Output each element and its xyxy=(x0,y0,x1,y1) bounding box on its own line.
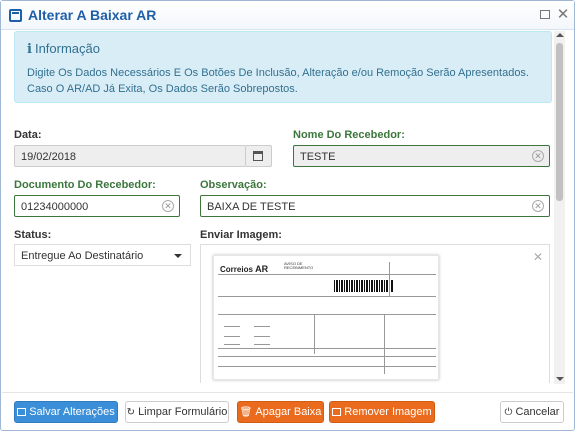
dialog-window: Alterar A Baixar AR ✕ i Informação Digite… xyxy=(0,0,575,431)
window-icon xyxy=(9,9,22,22)
barcode xyxy=(334,280,394,292)
correios-logo: Correios AR xyxy=(220,264,269,274)
window-title: Alterar A Baixar AR xyxy=(28,7,157,23)
save-icon xyxy=(17,408,27,416)
cancel-button[interactable]: ⏻ Cancelar xyxy=(500,401,564,423)
title-bar: Alterar A Baixar AR ✕ xyxy=(1,1,574,30)
ar-document-preview: Correios AR AVISO DE RECEBIMENTO xyxy=(213,255,439,380)
date-field[interactable]: 19/02/2018 xyxy=(14,145,246,167)
vertical-scrollbar[interactable] xyxy=(554,31,565,384)
imagem-label: Enviar Imagem: xyxy=(200,229,282,241)
info-icon: i xyxy=(27,42,32,57)
delete-button[interactable]: 🗑 Apagar Baixa xyxy=(237,401,324,423)
documento-input[interactable]: 01234000000 ✕ xyxy=(14,195,180,217)
dialog-footer: Salvar Alterações ↻ Limpar Formulário 🗑 Ap… xyxy=(2,392,573,430)
documento-label: Documento Do Recebedor: xyxy=(14,179,156,191)
save-button[interactable]: Salvar Alterações xyxy=(14,401,118,423)
info-text: Digite Os Dados Necessários E Os Botões … xyxy=(27,67,529,95)
scroll-thumb[interactable] xyxy=(556,43,563,201)
image-icon xyxy=(332,408,342,416)
clear-icon[interactable]: ✕ xyxy=(532,200,544,212)
power-icon: ⏻ xyxy=(504,407,513,418)
date-value: 19/02/2018 xyxy=(21,151,77,163)
calendar-icon xyxy=(253,151,263,161)
status-select[interactable]: Entregue Ao Destinatário xyxy=(14,244,191,266)
remove-image-icon[interactable]: ✕ xyxy=(533,250,543,264)
recebedor-value: TESTE xyxy=(300,151,336,163)
info-alert: i Informação Digite Os Dados Necessários … xyxy=(14,31,552,103)
observacao-label: Observação: xyxy=(200,179,267,191)
status-label: Status: xyxy=(14,229,52,241)
image-upload-box[interactable]: ✕ Correios AR AVISO DE RECEBIMENTO xyxy=(200,244,550,383)
scroll-down-icon[interactable] xyxy=(556,377,564,381)
observacao-value: BAIXA DE TESTE xyxy=(207,201,296,213)
clear-icon[interactable]: ✕ xyxy=(532,150,544,162)
recebedor-label: Nome Do Recebedor: xyxy=(293,129,405,141)
trash-icon: 🗑 xyxy=(239,407,253,418)
info-title: Informação xyxy=(34,41,100,56)
documento-value: 01234000000 xyxy=(21,201,89,213)
caret-down-icon xyxy=(174,254,182,258)
clear-icon[interactable]: ✕ xyxy=(162,200,174,212)
recebedor-input[interactable]: TESTE ✕ xyxy=(293,145,550,167)
observacao-input[interactable]: BAIXA DE TESTE ✕ xyxy=(200,195,550,217)
dialog-body: i Informação Digite Os Dados Necessários … xyxy=(2,31,565,383)
refresh-icon: ↻ xyxy=(126,407,136,418)
status-value: Entregue Ao Destinatário xyxy=(21,250,144,262)
scroll-up-icon[interactable] xyxy=(556,33,564,37)
doc-header: AVISO DE RECEBIMENTO xyxy=(284,261,314,270)
close-icon[interactable]: ✕ xyxy=(556,7,570,22)
data-label: Data: xyxy=(14,129,42,141)
maximize-icon[interactable] xyxy=(538,8,552,22)
clear-form-button[interactable]: ↻ Limpar Formulário xyxy=(125,401,229,423)
remove-image-button[interactable]: Remover Imagem xyxy=(329,401,435,423)
calendar-button[interactable] xyxy=(246,145,272,167)
